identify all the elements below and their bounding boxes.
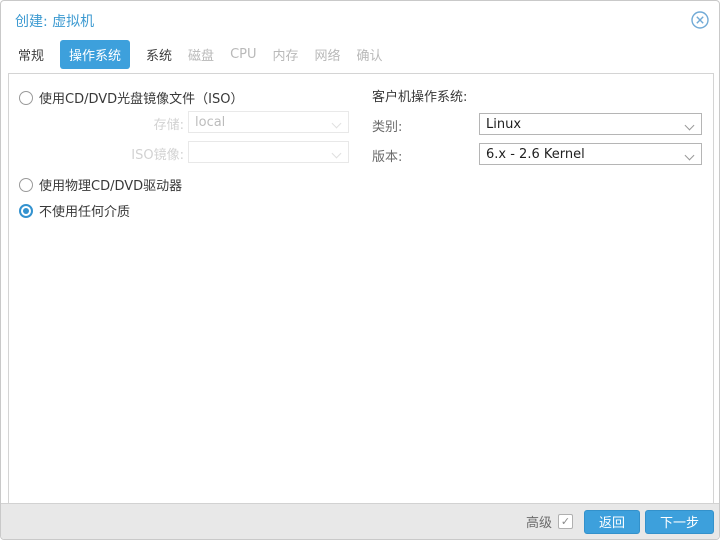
advanced-checkbox[interactable]: ✓: [557, 514, 573, 529]
radio-no-media-label: 不使用任何介质: [39, 205, 131, 220]
radio-use-iso-label: 使用CD/DVD光盘镜像文件（ISO）: [39, 92, 244, 107]
os-tab-panel: 使用CD/DVD光盘镜像文件（ISO） 存储: local ISO镜像: 使用物…: [8, 73, 714, 504]
storage-select: local: [188, 111, 349, 133]
dialog-title: 创建: 虚拟机: [15, 14, 95, 30]
chevron-down-icon: [333, 120, 341, 128]
os-type-field-row: Linux: [479, 113, 702, 135]
tab-confirm: 确认: [356, 49, 383, 64]
guest-os-header: 客户机操作系统:: [372, 90, 468, 105]
iso-image-select: [188, 141, 349, 163]
create-vm-dialog: 创建: 虚拟机 常规 操作系统 系统 磁盘 CPU 内存 网络 确认 使用CD/…: [0, 0, 720, 540]
radio-physical-drive-label: 使用物理CD/DVD驱动器: [39, 179, 183, 194]
tab-cpu: CPU: [230, 47, 257, 62]
storage-value: local: [195, 114, 226, 130]
close-button[interactable]: [690, 10, 710, 30]
os-type-label: 类别:: [372, 120, 403, 135]
tab-memory: 内存: [272, 49, 299, 64]
back-button[interactable]: 返回: [583, 509, 640, 534]
tab-os[interactable]: 操作系统: [60, 40, 131, 69]
radio-circle-icon: [19, 177, 33, 192]
storage-field-row: 存储: local: [154, 111, 349, 133]
next-button[interactable]: 下一步: [644, 509, 714, 534]
wizard-tabbar: 常规 操作系统 系统 磁盘 CPU 内存 网络 确认: [18, 40, 383, 69]
storage-label: 存储:: [153, 118, 184, 133]
os-version-field-row: 6.x - 2.6 Kernel: [479, 143, 702, 165]
tab-disks: 磁盘: [188, 49, 215, 64]
radio-use-iso[interactable]: 使用CD/DVD光盘镜像文件（ISO）: [19, 88, 243, 107]
chevron-down-icon: [686, 152, 694, 160]
chevron-down-icon: [333, 150, 341, 158]
os-type-select[interactable]: Linux: [479, 113, 702, 135]
radio-no-media[interactable]: 不使用任何介质: [19, 201, 130, 220]
dialog-footer: 高级 ✓ 返回 下一步: [1, 503, 719, 539]
close-icon: [691, 11, 709, 29]
iso-image-label: ISO镜像:: [131, 148, 184, 163]
os-type-value: Linux: [486, 116, 522, 132]
tab-network: 网络: [314, 49, 341, 64]
os-version-label: 版本:: [372, 150, 403, 165]
radio-circle-icon: [19, 90, 33, 105]
iso-image-field-row: ISO镜像:: [131, 141, 349, 163]
os-version-select[interactable]: 6.x - 2.6 Kernel: [479, 143, 702, 165]
radio-selected-icon: [19, 203, 33, 218]
tab-general[interactable]: 常规: [18, 40, 44, 69]
advanced-label: 高级: [525, 516, 552, 531]
tab-system[interactable]: 系统: [146, 40, 172, 69]
radio-physical-drive[interactable]: 使用物理CD/DVD驱动器: [19, 175, 182, 194]
chevron-down-icon: [686, 122, 694, 130]
os-version-value: 6.x - 2.6 Kernel: [486, 146, 585, 162]
